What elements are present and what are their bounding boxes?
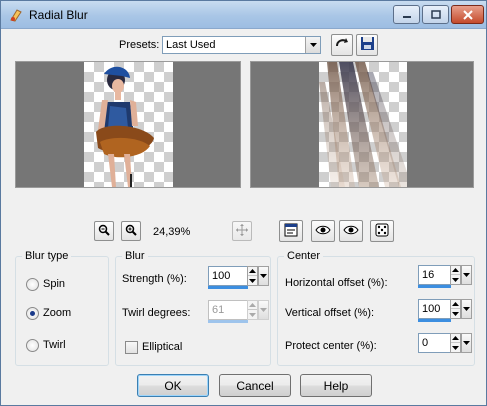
vertical-offset-label: Vertical offset (%): xyxy=(285,307,375,319)
blur-title: Blur xyxy=(122,250,148,262)
horizontal-offset-dropdown[interactable] xyxy=(461,265,472,285)
proof-toggle-button[interactable] xyxy=(279,220,303,242)
pan-button[interactable] xyxy=(232,221,252,241)
blurred-streaks xyxy=(319,62,407,187)
model-figure xyxy=(96,66,154,187)
twirl-degrees-value[interactable]: 61 xyxy=(212,304,224,316)
cancel-button[interactable]: Cancel xyxy=(219,374,291,397)
presets-value: Last Used xyxy=(166,39,216,51)
twirl-degrees-label: Twirl degrees: xyxy=(122,307,191,319)
twirl-radio[interactable] xyxy=(26,339,39,352)
original-preview[interactable] xyxy=(15,61,241,188)
move-icon xyxy=(236,223,248,239)
spin-down-icon[interactable] xyxy=(451,275,460,284)
protect-center-value[interactable]: 0 xyxy=(422,337,428,349)
strength-dropdown[interactable] xyxy=(258,266,269,286)
zoom-in-button[interactable] xyxy=(121,221,141,241)
spin-radio[interactable] xyxy=(26,278,39,291)
spin-down-icon[interactable] xyxy=(451,343,460,352)
eye-icon xyxy=(343,224,359,239)
twirl-label[interactable]: Twirl xyxy=(43,339,66,351)
center-title: Center xyxy=(284,250,324,262)
reset-preset-button[interactable] xyxy=(331,34,353,56)
strength-label: Strength (%): xyxy=(122,273,187,285)
protect-center-dropdown[interactable] xyxy=(461,333,472,353)
zoom-out-icon xyxy=(98,224,110,239)
spin-down-icon[interactable] xyxy=(248,310,257,319)
eye-icon xyxy=(315,224,331,239)
help-button[interactable]: Help xyxy=(300,374,372,397)
strength-value[interactable]: 100 xyxy=(212,270,230,282)
spin-down-icon[interactable] xyxy=(248,276,257,285)
spin-down-icon[interactable] xyxy=(451,309,460,318)
spin-up-icon[interactable] xyxy=(248,301,257,310)
zoom-in-icon xyxy=(125,224,137,239)
window-title: Radial Blur xyxy=(29,8,88,22)
radial-blur-dialog: Radial Blur Presets: Last Used 24,39% Bl… xyxy=(0,0,487,406)
randomize-button[interactable] xyxy=(370,220,394,242)
app-icon xyxy=(8,7,24,23)
preview-window-icon xyxy=(284,223,298,240)
elliptical-label[interactable]: Elliptical xyxy=(142,341,182,353)
spin-up-icon[interactable] xyxy=(451,266,460,275)
elliptical-checkbox[interactable] xyxy=(125,341,138,354)
protect-center-label: Protect center (%): xyxy=(285,340,377,352)
zoom-out-button[interactable] xyxy=(94,221,114,241)
dice-icon xyxy=(375,223,389,240)
horizontal-offset-slider[interactable] xyxy=(418,285,451,288)
close-button[interactable] xyxy=(451,5,484,24)
vertical-offset-value[interactable]: 100 xyxy=(422,303,440,315)
reset-arrow-icon xyxy=(334,37,350,54)
spin-up-icon[interactable] xyxy=(451,300,460,309)
title-bar[interactable]: Radial Blur xyxy=(1,1,486,29)
zoom-radio[interactable] xyxy=(26,307,39,320)
chevron-down-icon[interactable] xyxy=(305,37,320,53)
spin-up-icon[interactable] xyxy=(248,267,257,276)
vertical-offset-spinner[interactable] xyxy=(450,299,461,319)
horizontal-offset-label: Horizontal offset (%): xyxy=(285,277,388,289)
strength-slider[interactable] xyxy=(208,286,248,289)
presets-label: Presets: xyxy=(119,39,160,51)
twirl-degrees-dropdown[interactable] xyxy=(258,300,269,320)
original-image xyxy=(84,62,173,187)
strength-spinner[interactable] xyxy=(247,266,258,286)
horizontal-offset-value[interactable]: 16 xyxy=(422,269,434,281)
result-image xyxy=(319,62,407,187)
ok-button[interactable]: OK xyxy=(137,374,209,397)
auto-proof-button[interactable] xyxy=(339,220,363,242)
preview-on-image-button[interactable] xyxy=(311,220,335,242)
presets-dropdown[interactable]: Last Used xyxy=(162,36,321,54)
vertical-offset-dropdown[interactable] xyxy=(461,299,472,319)
vertical-offset-slider[interactable] xyxy=(418,319,451,322)
zoom-level: 24,39% xyxy=(153,226,191,238)
spin-label[interactable]: Spin xyxy=(43,278,65,290)
twirl-degrees-spinner[interactable] xyxy=(247,300,258,320)
save-disk-icon xyxy=(360,36,375,54)
protect-center-spinner[interactable] xyxy=(450,333,461,353)
blur-type-title: Blur type xyxy=(22,250,72,262)
minimize-button[interactable] xyxy=(393,5,420,24)
zoom-label[interactable]: Zoom xyxy=(43,307,71,319)
twirl-degrees-slider[interactable] xyxy=(208,320,248,323)
save-preset-button[interactable] xyxy=(356,34,378,56)
maximize-button[interactable] xyxy=(422,5,449,24)
result-preview[interactable] xyxy=(250,61,474,188)
spin-up-icon[interactable] xyxy=(451,334,460,343)
horizontal-offset-spinner[interactable] xyxy=(450,265,461,285)
